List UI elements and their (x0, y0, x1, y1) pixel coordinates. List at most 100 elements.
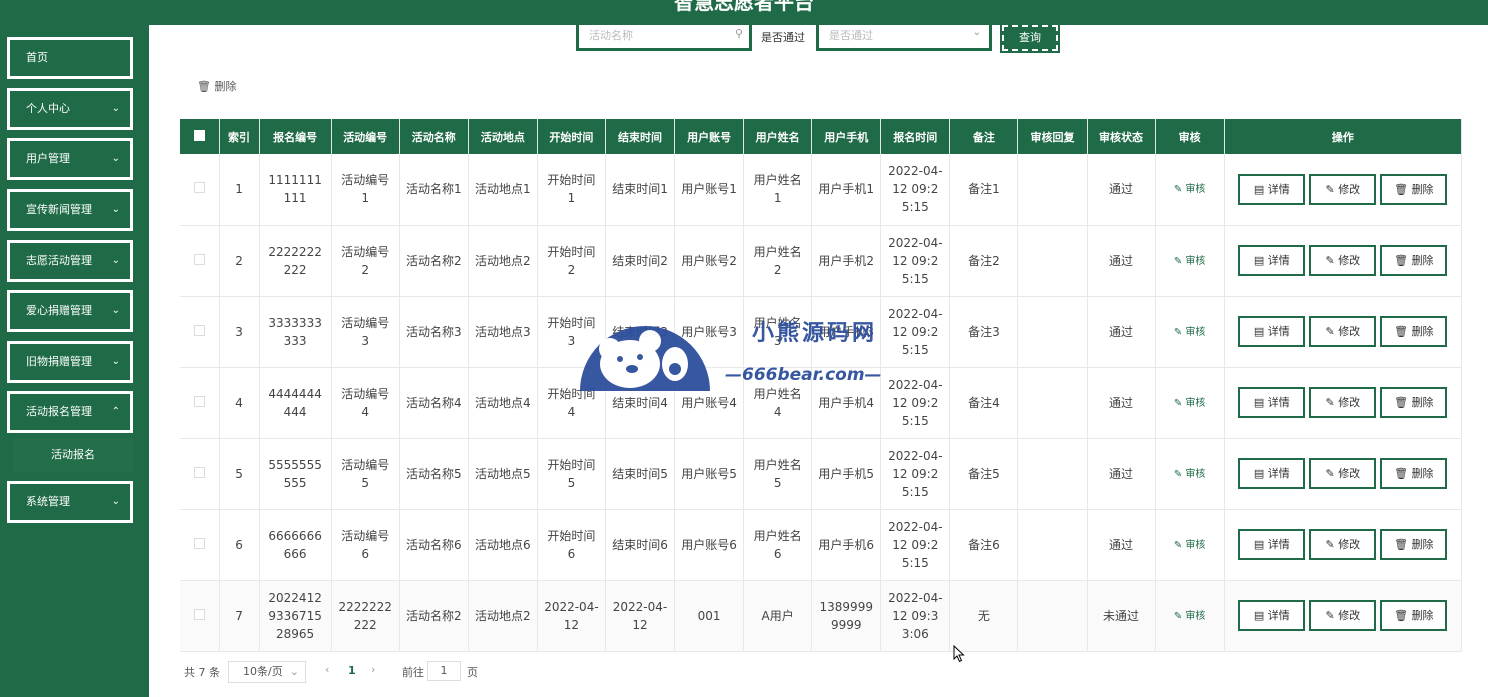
app-title: 智慧志愿者平台 (674, 0, 814, 14)
delete-button[interactable]: 🗑 删除 (1380, 458, 1448, 489)
cell-remark: 备注2 (949, 225, 1019, 297)
pass-filter-select[interactable]: 是否通过 ⌄ (816, 25, 992, 51)
detail-button[interactable]: ▤ 详情 (1238, 529, 1306, 560)
sidebar-item-0[interactable]: 首页 (7, 37, 133, 79)
column-header: 审核状态 (1087, 119, 1156, 154)
audit-link[interactable]: ✎ 审核 (1174, 327, 1206, 338)
sidebar-item-3[interactable]: 宣传新闻管理 ⌄ (7, 189, 133, 231)
row-checkbox[interactable] (193, 608, 205, 620)
actions-cell: ▤ 详情 ✎ 修改 🗑 删除 (1224, 225, 1463, 297)
delete-label: 删除 (1411, 396, 1434, 409)
audit-link[interactable]: ✎ 审核 (1174, 184, 1206, 195)
column-header: 报名编号 (259, 119, 332, 154)
cell-name: 用户姓名5 (743, 438, 813, 510)
edit-button[interactable]: ✎ 修改 (1309, 529, 1377, 560)
trash-icon: 🗑 (1394, 325, 1412, 338)
row-checkbox-cell (180, 580, 220, 652)
audit-link[interactable]: ✎ 审核 (1174, 398, 1206, 409)
sidebar-subitem-activity-registration[interactable]: 活动报名 (13, 438, 133, 472)
watermark: 小熊源码网 —666bear.com— (580, 309, 910, 391)
edit-button[interactable]: ✎ 修改 (1309, 316, 1377, 347)
detail-button[interactable]: ▤ 详情 (1238, 316, 1306, 347)
batch-delete-button[interactable]: 🗑 删除 (197, 78, 236, 94)
pagination-total: 共 7 条 (184, 666, 220, 679)
edit-button[interactable]: ✎ 修改 (1309, 173, 1377, 205)
cell-reg-time: 2022-04-12 09:25:15 (880, 225, 951, 297)
sidebar-item-8[interactable]: 系统管理 ⌄ (7, 481, 133, 523)
audit-link[interactable]: ✎ 审核 (1174, 540, 1206, 551)
goto-page-input[interactable]: 1 (427, 661, 461, 681)
row-checkbox[interactable] (193, 537, 205, 549)
audit-label: 审核 (1185, 255, 1206, 267)
cell-act-name: 活动名称5 (399, 438, 469, 510)
pencil-icon: ✎ (1325, 396, 1339, 409)
cell-act-name: 活动名称1 (399, 154, 469, 226)
cell-reg-no: 2222222222 (259, 225, 332, 297)
cell-phone: 用户手机5 (811, 438, 882, 510)
audit-cell: ✎ 审核 (1155, 580, 1225, 652)
document-icon: ▤ (1253, 467, 1268, 480)
current-page[interactable]: 1 (348, 664, 356, 677)
sidebar-item-5[interactable]: 爱心捐赠管理 ⌄ (7, 290, 133, 332)
row-checkbox[interactable] (193, 324, 205, 336)
cell-act-name: 活动名称2 (399, 225, 469, 297)
delete-label: 删除 (1411, 609, 1434, 622)
cell-reg-no: 4444444444 (259, 367, 332, 439)
column-header: 活动地点 (468, 119, 538, 154)
pass-filter-placeholder: 是否通过 (829, 29, 873, 42)
delete-button[interactable]: 🗑 删除 (1380, 600, 1448, 631)
delete-button[interactable]: 🗑 删除 (1380, 316, 1448, 347)
detail-button[interactable]: ▤ 详情 (1238, 458, 1306, 489)
sidebar-item-6[interactable]: 旧物捐赠管理 ⌄ (7, 341, 133, 383)
detail-button[interactable]: ▤ 详情 (1238, 245, 1306, 276)
sidebar-item-7[interactable]: 活动报名管理 ⌃ (7, 391, 133, 433)
detail-button[interactable]: ▤ 详情 (1238, 387, 1306, 418)
detail-label: 详情 (1267, 325, 1290, 338)
row-checkbox-cell (180, 225, 220, 297)
select-all-checkbox[interactable] (180, 119, 220, 154)
table-row: 2 2222222222 活动编号2 活动名称2 活动地点2 开始时间2 结束时间2 用户账号… (180, 225, 1463, 297)
audit-label: 审核 (1185, 468, 1206, 480)
sidebar-item-2[interactable]: 用户管理 ⌄ (7, 138, 133, 180)
audit-link[interactable]: ✎ 审核 (1174, 611, 1206, 622)
edit-button[interactable]: ✎ 修改 (1309, 600, 1377, 631)
pencil-icon: ✎ (1325, 467, 1339, 480)
checkbox-icon[interactable] (193, 129, 205, 141)
pencil-icon: ✎ (1173, 397, 1186, 409)
row-checkbox-cell (180, 367, 220, 439)
edit-button[interactable]: ✎ 修改 (1309, 458, 1377, 489)
cell-location: 活动地点6 (468, 509, 538, 581)
cell-location: 活动地点4 (468, 367, 538, 439)
pencil-icon: ✎ (1173, 610, 1186, 622)
actions-cell: ▤ 详情 ✎ 修改 🗑 删除 (1224, 367, 1463, 439)
audit-link[interactable]: ✎ 审核 (1174, 256, 1206, 267)
edit-label: 修改 (1338, 254, 1361, 267)
edit-button[interactable]: ✎ 修改 (1309, 245, 1377, 276)
query-button[interactable]: 查询 (1000, 23, 1060, 53)
row-checkbox[interactable] (193, 182, 205, 194)
cell-act-no: 活动编号5 (331, 438, 400, 510)
cell-act-no: 活动编号2 (331, 225, 400, 297)
sidebar-item-1[interactable]: 个人中心 ⌄ (7, 88, 133, 130)
row-checkbox[interactable] (193, 395, 205, 407)
delete-button[interactable]: 🗑 删除 (1380, 245, 1448, 276)
delete-button[interactable]: 🗑 删除 (1380, 173, 1448, 205)
activity-name-search-input[interactable]: 活动名称 ⚲ (576, 25, 752, 51)
prev-page-button[interactable]: ‹ (325, 663, 329, 676)
row-checkbox[interactable] (193, 253, 205, 265)
column-header: 活动编号 (331, 119, 400, 154)
detail-button[interactable]: ▤ 详情 (1238, 600, 1306, 631)
audit-link[interactable]: ✎ 审核 (1174, 469, 1206, 480)
detail-button[interactable]: ▤ 详情 (1238, 173, 1306, 205)
page-size-select[interactable]: 10条/页 ⌄ (228, 661, 306, 683)
cell-name: 用户姓名2 (743, 225, 813, 297)
delete-button[interactable]: 🗑 删除 (1380, 529, 1448, 560)
audit-cell: ✎ 审核 (1155, 438, 1225, 510)
row-checkbox[interactable] (193, 466, 205, 478)
cell-account: 001 (674, 580, 745, 652)
sidebar-item-4[interactable]: 志愿活动管理 ⌄ (7, 240, 133, 282)
edit-button[interactable]: ✎ 修改 (1309, 387, 1377, 418)
actions-cell: ▤ 详情 ✎ 修改 🗑 删除 (1224, 154, 1463, 226)
delete-button[interactable]: 🗑 删除 (1380, 387, 1448, 418)
next-page-button[interactable]: › (371, 663, 375, 676)
